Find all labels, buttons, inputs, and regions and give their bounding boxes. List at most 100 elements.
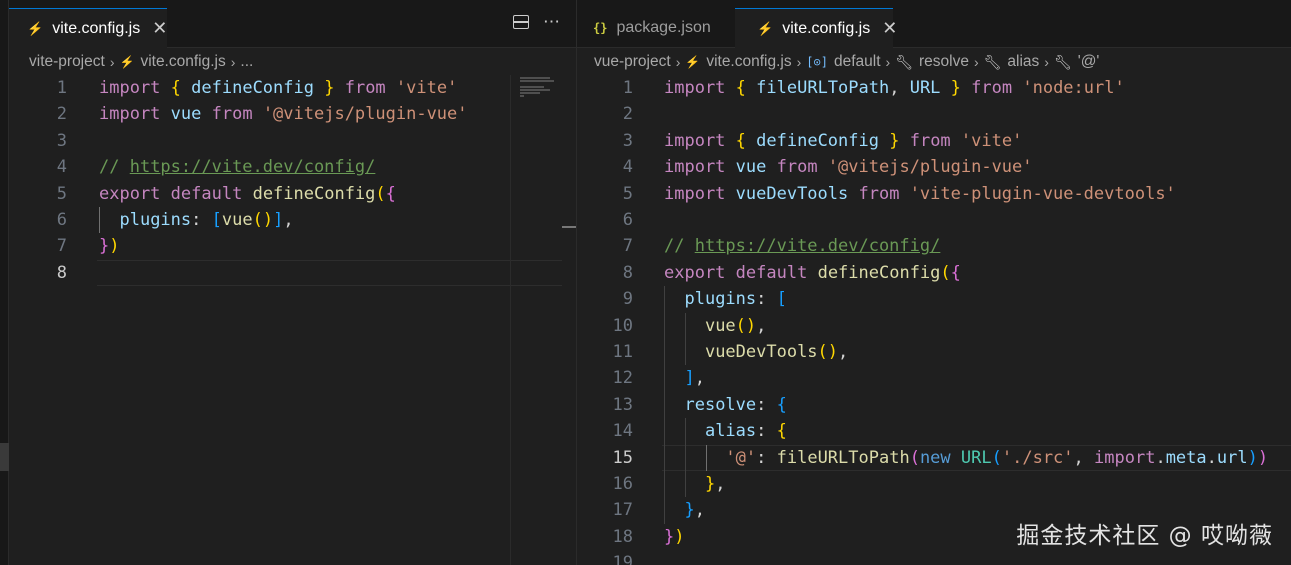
breadcrumb-symbol-resolve[interactable]: resolve [919, 53, 969, 71]
code-line: 1 import { defineConfig } from 'vite' [9, 75, 576, 101]
line-number[interactable]: 5 [577, 181, 633, 207]
line-number[interactable]: 4 [9, 154, 67, 180]
tab-package-json[interactable]: {} package.json [577, 8, 735, 48]
code-text: import { defineConfig } from 'vite' [99, 78, 458, 98]
wrench-icon: 🔧︎ [895, 53, 913, 70]
chevron-right-icon: › [675, 54, 681, 70]
indent-guide [705, 444, 707, 471]
code-text: }, [684, 500, 705, 521]
tab-bar: ⚡ vite.config.js ✕ ⋯ [9, 0, 576, 48]
tab-bar: {} package.json ⚡ vite.config.js ✕ [577, 0, 1291, 48]
code-text: }) [664, 526, 685, 547]
line-number[interactable]: 7 [577, 233, 633, 259]
breadcrumb-folder[interactable]: vite-project [29, 53, 105, 71]
symbol-variable-icon: [⊙] [806, 55, 828, 69]
line-number[interactable]: 10 [577, 313, 633, 339]
line-number[interactable]: 9 [577, 286, 633, 312]
line-number[interactable]: 2 [577, 101, 633, 127]
line-number[interactable]: 13 [577, 392, 633, 418]
line-number[interactable]: 18 [577, 524, 633, 550]
breadcrumb-folder[interactable]: vue-project [594, 53, 671, 71]
chevron-right-icon: › [109, 54, 115, 70]
code-line: 5 import vueDevTools from 'vite-plugin-vu… [577, 181, 1291, 207]
code-text: resolve: { [684, 394, 787, 415]
scrollbar-thumb[interactable] [562, 226, 576, 228]
json-braces-icon: {} [593, 21, 608, 35]
breadcrumb-symbol-default[interactable]: default [834, 53, 881, 71]
strip-marker [0, 443, 9, 471]
code-text: import { defineConfig } from 'vite' [664, 130, 1023, 151]
line-number[interactable]: 5 [9, 181, 67, 207]
line-number[interactable]: 12 [577, 365, 633, 391]
breadcrumb-more[interactable]: ... [240, 53, 253, 71]
close-icon[interactable]: ✕ [152, 18, 167, 39]
code-line: 6 [577, 207, 1291, 233]
close-icon[interactable]: ✕ [882, 18, 897, 39]
line-number[interactable]: 19 [577, 550, 633, 565]
code-line: 2 import vue from '@vitejs/plugin-vue' [9, 101, 576, 127]
breadcrumb-file[interactable]: vite.config.js [706, 53, 791, 71]
code-text: }) [99, 236, 120, 257]
line-number[interactable]: 14 [577, 418, 633, 444]
line-number[interactable]: 6 [577, 207, 633, 233]
tab-label: vite.config.js [52, 19, 141, 37]
code-line: 13 resolve: { [577, 392, 1291, 418]
breadcrumb-symbol-alias[interactable]: alias [1007, 53, 1039, 71]
lightning-icon: ⚡ [119, 55, 135, 69]
code-text: export default defineConfig({ [664, 262, 961, 283]
code-text: // https://vite.dev/config/ [99, 157, 376, 178]
tab-label: vite.config.js [782, 19, 871, 37]
code-line: 9 plugins: [ [577, 286, 1291, 312]
line-number[interactable]: 15 [577, 445, 633, 471]
indent-guide [684, 418, 686, 498]
code-text: plugins: [ [684, 289, 787, 310]
line-number[interactable]: 8 [9, 260, 67, 286]
code-line: 3 import { defineConfig } from 'vite' [577, 128, 1291, 154]
code-line: 8 [9, 260, 576, 286]
breadcrumb-file[interactable]: vite.config.js [140, 53, 225, 71]
minimap[interactable] [510, 75, 562, 565]
chevron-right-icon: › [1044, 54, 1049, 70]
tab-vite-config[interactable]: ⚡ vite.config.js ✕ [9, 8, 167, 48]
watermark: 掘金技术社区 @ 哎呦薇 [1016, 523, 1273, 549]
wrench-icon: 🔧︎ [983, 53, 1002, 70]
lightning-icon: ⚡ [757, 20, 774, 36]
line-number[interactable]: 11 [577, 339, 633, 365]
code-text: // https://vite.dev/config/ [664, 236, 941, 257]
breadcrumb-symbol-at[interactable]: '@' [1078, 53, 1100, 71]
line-number[interactable]: 1 [9, 75, 67, 101]
code-text: ], [684, 368, 705, 389]
more-actions-icon[interactable]: ⋯ [543, 12, 560, 32]
chevron-right-icon: › [230, 54, 236, 70]
breadcrumb: vue-project › ⚡ vite.config.js › [⊙] def… [577, 49, 1291, 75]
lightning-icon: ⚡ [685, 55, 701, 69]
line-number[interactable]: 7 [9, 233, 67, 259]
indent-guide [99, 207, 100, 234]
code-editor[interactable]: 1 import { defineConfig } from 'vite' 2 imp… [9, 75, 576, 565]
code-line: 7}) [9, 233, 576, 259]
code-line: 7 // https://vite.dev/config/ [577, 233, 1291, 259]
line-number[interactable]: 16 [577, 471, 633, 497]
editor-group-right: {} package.json ⚡ vite.config.js ✕ vue-p… [577, 0, 1291, 565]
line-number[interactable]: 3 [9, 128, 67, 154]
code-text: plugins: [vue()], [119, 210, 294, 230]
line-number[interactable]: 6 [9, 207, 67, 233]
line-number[interactable]: 17 [577, 497, 633, 523]
breadcrumb: vite-project › ⚡ vite.config.js › ... [9, 49, 576, 75]
editor-actions: ⋯ [513, 12, 560, 32]
line-number[interactable]: 2 [9, 101, 67, 127]
code-editor[interactable]: 1 import { fileURLToPath, URL } from 'nod… [577, 75, 1291, 565]
split-editor-icon[interactable] [513, 15, 529, 29]
line-number[interactable]: 3 [577, 128, 633, 154]
line-number[interactable]: 1 [577, 75, 633, 101]
chevron-right-icon: › [973, 54, 979, 70]
vertical-scrollbar[interactable] [562, 75, 576, 565]
code-line: 4 import vue from '@vitejs/plugin-vue' [577, 154, 1291, 180]
editor-group-left: ⚡ vite.config.js ✕ ⋯ vite-project › ⚡ vi… [9, 0, 576, 565]
code-text: import vue from '@vitejs/plugin-vue' [99, 104, 468, 125]
tab-vite-config[interactable]: ⚡ vite.config.js ✕ [735, 8, 897, 48]
line-number[interactable]: 4 [577, 154, 633, 180]
wrench-icon: 🔧︎ [1053, 53, 1072, 70]
code-line: 12 ], [577, 365, 1291, 391]
line-number[interactable]: 8 [577, 260, 633, 286]
